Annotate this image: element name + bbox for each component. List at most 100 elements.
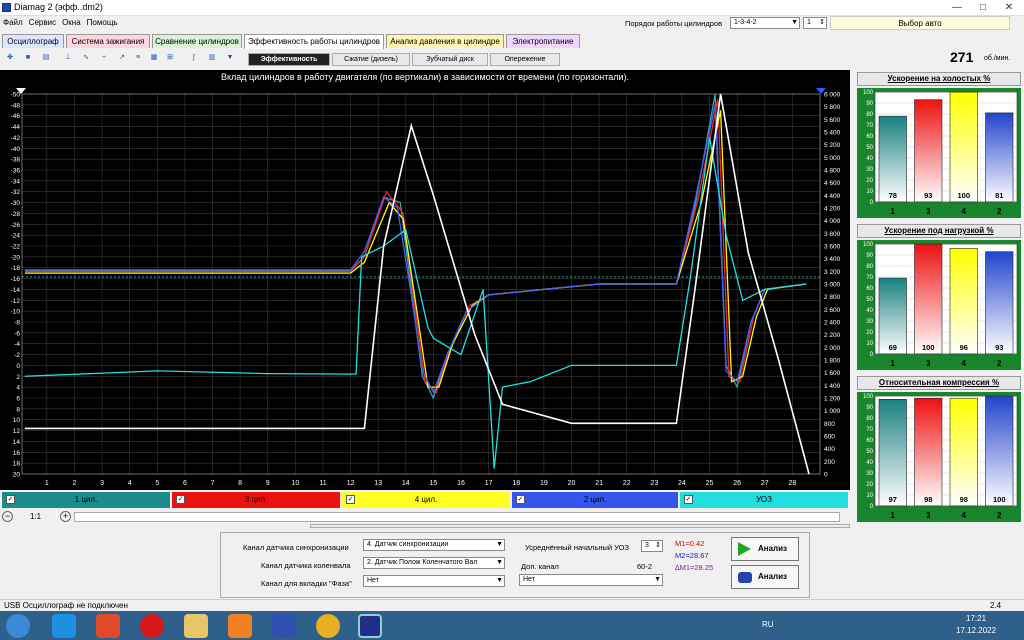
folder-icon[interactable] [184, 614, 208, 638]
subtab-compression[interactable]: Сжатие (дизель) [332, 53, 410, 66]
checkbox[interactable]: ✓ [6, 495, 15, 504]
x-tick: 26 [733, 480, 741, 487]
checkbox[interactable]: ✓ [176, 495, 185, 504]
y-left-tick: -26 [11, 222, 21, 229]
clock-time[interactable]: 17:21 [966, 614, 986, 623]
y-left-tick: -16 [11, 276, 21, 283]
chart-svg: -50-48-46-44-42-40-38-36-34-32-30-28-26-… [11, 88, 841, 487]
crank-select[interactable]: 2. Датчик Полож Коленчатого Вал ▼ [363, 557, 505, 569]
y-left-tick: -50 [11, 92, 21, 99]
zoom-out-icon[interactable]: − [2, 511, 13, 522]
chart-icon[interactable]: ▥ [206, 52, 218, 64]
checkbox[interactable]: ✓ [346, 495, 355, 504]
y-left-tick: -46 [11, 113, 21, 120]
fft-icon[interactable]: ↗ [116, 52, 128, 64]
bars-icon[interactable]: ≡ [132, 52, 144, 64]
zoom-in-icon[interactable]: + [60, 511, 71, 522]
uoz-icon[interactable]: ∫ [188, 52, 200, 64]
wave-icon[interactable]: ∿ [80, 52, 92, 64]
subtab-tooth-disk[interactable]: Зубчатый диск [412, 53, 488, 66]
analyze-button[interactable]: Анализ [731, 537, 799, 561]
legend-cyl2[interactable]: ✓ 2 цил. [512, 492, 678, 508]
y-left-tick: -24 [11, 233, 21, 240]
grid-icon[interactable]: ▦ [148, 52, 160, 64]
tab-ignition[interactable]: Система зажигания [66, 34, 150, 48]
phase-select[interactable]: Нет ▼ [363, 575, 505, 587]
legend-label: 2 цил. [583, 495, 607, 504]
y-right-tick: 3 600 [824, 244, 841, 251]
y-right-tick: 4 400 [824, 193, 841, 200]
legend-cyl3[interactable]: ✓ 3 цил. [172, 492, 340, 508]
channel-icon[interactable]: ⊞ [164, 52, 176, 64]
aux-extra: 60-2 [637, 562, 653, 571]
legend-cyl4[interactable]: ✓ 4 цил. [342, 492, 510, 508]
sync-select[interactable]: 4. Датчик синхронизации ▼ [363, 539, 505, 551]
efficiency-chart[interactable]: -50 -48 -46 -44 -42 -40 -38 -36 -34 -32 -30 -28 -26-… [0, 70, 850, 490]
menu-file[interactable]: Файл [0, 17, 26, 28]
bar-cyl-label: 4 [962, 511, 967, 520]
lang-indicator[interactable]: RU [762, 620, 774, 629]
aux-select[interactable]: Нет ▼ [519, 574, 663, 586]
bar-chart: 100 90 80 70 60 50 40 30 20 10 0 78 1 93 3 100 4 81 2 [857, 88, 1021, 218]
y-right-tick: 6 000 [824, 92, 841, 99]
y-left-tick: -10 [11, 309, 21, 316]
bar-chart-title: Ускорение под нагрузкой % [857, 224, 1021, 238]
bar-cyl-label: 2 [997, 359, 1002, 368]
save-icon[interactable]: ■ [22, 52, 34, 64]
uoz-spin[interactable]: 3 ⇕ [641, 540, 663, 552]
media-icon[interactable] [228, 614, 252, 638]
x-tick: 13 [374, 480, 382, 487]
bar-axis-tick: 70 [866, 275, 873, 281]
x-tick: 24 [678, 480, 686, 487]
y-left-tick: 10 [13, 417, 21, 424]
app-icon-2[interactable] [96, 614, 120, 638]
y-right-tick: 4 200 [824, 206, 841, 213]
chevron-down-icon: ▼ [496, 541, 503, 548]
cyl-spin[interactable]: 1 ⇕ [803, 17, 827, 29]
checkbox[interactable]: ✓ [516, 495, 525, 504]
tab-cyl-compare[interactable]: Сравнение цилиндров [152, 34, 242, 48]
select-car-button[interactable]: Выбор авто [830, 16, 1010, 30]
h-scrollbar[interactable] [74, 512, 840, 522]
menu-service[interactable]: Сервис [26, 17, 59, 28]
taskbar: RU 17:21 17.12.2022 [0, 611, 1024, 640]
cursor-icon[interactable]: ⊥ [62, 52, 74, 64]
subtab-efficiency[interactable]: Эффективность [248, 53, 330, 66]
bar-axis-tick: 20 [866, 482, 873, 488]
car-icon [738, 572, 752, 583]
checkbox[interactable]: ✓ [684, 495, 693, 504]
tab-label: Осциллограф [7, 37, 59, 46]
minimize-button[interactable]: — [944, 0, 970, 16]
legend-cyl1[interactable]: ✓ 1 цил. [2, 492, 170, 508]
subtab-advance[interactable]: Опережение [490, 53, 560, 66]
tab-pressure[interactable]: Анализ давления в цилиндре [386, 34, 504, 48]
ie-icon[interactable] [52, 614, 76, 638]
chrome-icon[interactable] [316, 614, 340, 638]
bar-cyl-2 [985, 395, 1014, 507]
clock-date[interactable]: 17.12.2022 [956, 626, 996, 635]
cyl-order-select[interactable]: 1-3-4-2 ▼ [730, 17, 800, 29]
splitter[interactable] [310, 524, 850, 528]
close-button[interactable]: ✕ [996, 0, 1022, 16]
diamag-taskbar-icon[interactable] [358, 614, 382, 638]
y-left-tick: 6 [16, 396, 20, 403]
analyze-car-button[interactable]: Анализ [731, 565, 799, 589]
maximize-button[interactable]: □ [970, 0, 996, 16]
bar-axis-tick: 0 [870, 352, 874, 358]
legend-uoz[interactable]: ✓ УОЗ [680, 492, 848, 508]
math-icon[interactable]: ÷ [98, 52, 110, 64]
delta-value: ∆M1=28.25 [675, 563, 714, 572]
bar-cyl-2 [985, 112, 1014, 203]
sensor-icon[interactable]: ✤ [4, 52, 16, 64]
start-icon[interactable] [6, 614, 30, 638]
menu-windows[interactable]: Окна [59, 17, 84, 28]
x-tick: 6 [183, 480, 187, 487]
ccleaner-icon[interactable] [272, 614, 296, 638]
tab-efficiency[interactable]: Эффективность работы цилиндров [244, 34, 384, 49]
tab-oscilloscope[interactable]: Осциллограф [2, 34, 64, 48]
tab-power[interactable]: Электропитание [506, 34, 580, 48]
export-icon[interactable]: ▤ [40, 52, 52, 64]
filter-icon[interactable]: ▼ [224, 52, 236, 64]
opera-icon[interactable] [140, 614, 164, 638]
menu-help[interactable]: Помощь [84, 17, 121, 28]
